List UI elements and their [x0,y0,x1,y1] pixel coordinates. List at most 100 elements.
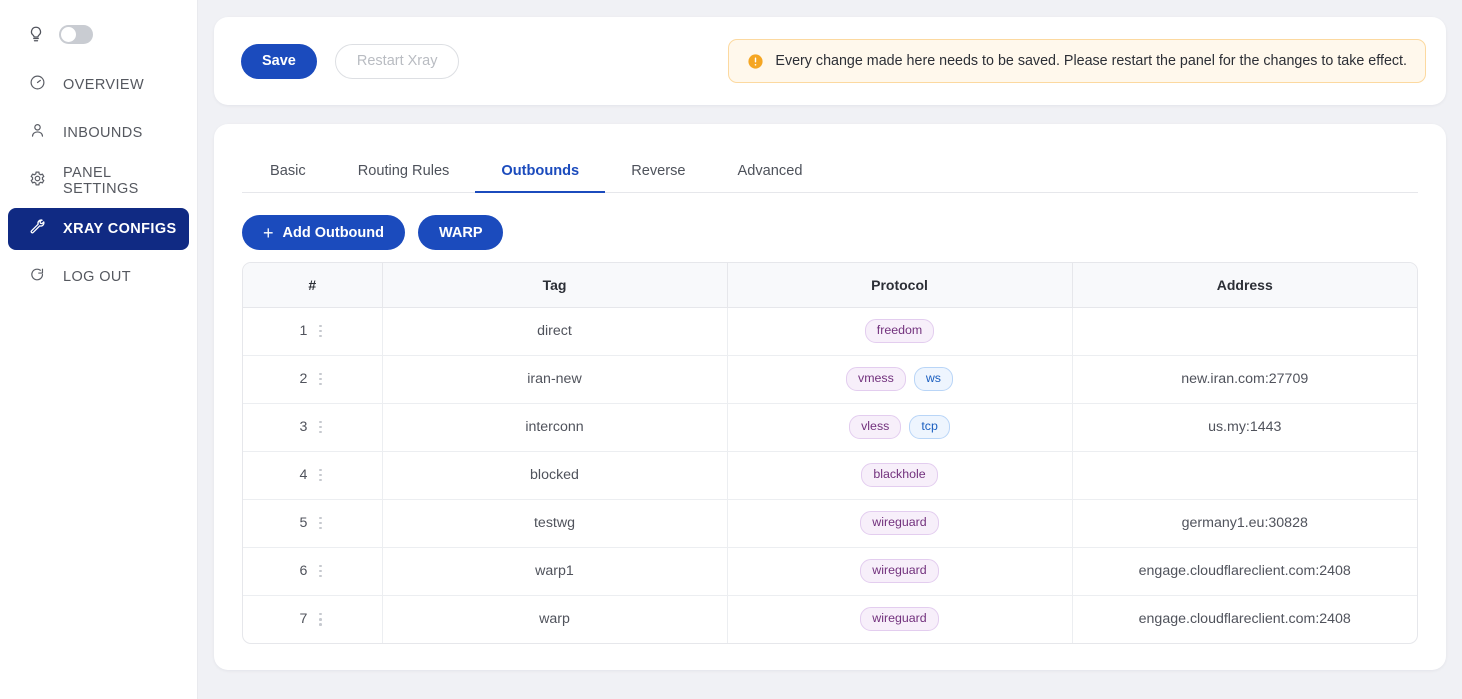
cell-tag: testwg [382,499,727,547]
column-header-protocol: Protocol [727,263,1072,307]
toolbar-card: Save Restart Xray Every change made here… [214,17,1446,105]
protocol-badges: wireguard [728,607,1072,631]
cell-tag: direct [382,307,727,355]
row-menu-icon[interactable] [316,515,325,532]
cell-protocol: vmessws [727,355,1072,403]
sidebar-item-overview[interactable]: OVERVIEW [8,64,189,106]
sidebar-item-xray-configs[interactable]: XRAY CONFIGS [8,208,189,250]
wrench-icon [29,218,46,240]
toggle-knob [61,27,76,42]
index-with-menu: 7 [243,611,382,628]
column-header-address: Address [1072,263,1417,307]
row-index: 5 [300,515,308,531]
row-menu-icon[interactable] [316,467,325,484]
protocol-badges: vless tcp [728,415,1072,439]
table-row: 1 direct freedom [243,307,1417,355]
network-badge: tcp [909,415,950,439]
table-header-row: # Tag Protocol Address [243,263,1417,307]
row-index: 1 [300,323,308,339]
plus-icon: + [263,224,274,242]
cell-address: germany1.eu:30828 [1072,499,1417,547]
cell-protocol: wireguard [727,547,1072,595]
row-menu-icon[interactable] [316,611,325,628]
save-warning-text: Every change made here needs to be saved… [775,53,1407,69]
cell-tag: blocked [382,451,727,499]
row-menu-icon[interactable] [316,563,325,580]
theme-toggle-switch[interactable] [59,25,93,44]
add-outbound-button[interactable]: + Add Outbound [242,215,405,250]
save-button[interactable]: Save [241,44,317,79]
table-row: 4 blockedblackhole [243,451,1417,499]
cell-index: 2 [243,355,382,403]
row-menu-icon[interactable] [316,323,325,340]
sidebar-item-label: LOG OUT [63,269,131,285]
table-row: 5 testwg wireguard germany1.eu:30828 [243,499,1417,547]
row-menu-icon[interactable] [316,419,325,436]
cell-index: 3 [243,403,382,451]
cell-tag: interconn [382,403,727,451]
app-root: OVERVIEW INBOUNDS PANEL SETTINGS [0,0,1462,699]
sidebar-item-log-out[interactable]: LOG OUT [8,256,189,298]
table-row: 3 interconn vless tcp us.my:1443 [243,403,1417,451]
cell-index: 1 [243,307,382,355]
main-content: Save Restart Xray Every change made here… [198,0,1462,699]
cell-protocol: wireguard [727,499,1072,547]
cell-tag: warp [382,595,727,643]
tab-basic[interactable]: Basic [244,152,332,192]
row-index: 4 [300,467,308,483]
protocol-badge: vless [849,415,901,439]
warning-icon [747,53,764,70]
protocol-badge: vmess [846,367,906,391]
gear-icon [29,170,46,192]
protocol-badge: wireguard [860,511,938,535]
table-header: # Tag Protocol Address [243,263,1417,307]
cell-tag: warp1 [382,547,727,595]
warp-button[interactable]: WARP [418,215,504,250]
user-icon [29,122,46,144]
theme-toggle-row [0,14,197,54]
row-index: 2 [300,371,308,387]
save-warning-banner: Every change made here needs to be saved… [728,39,1426,83]
cell-address: engage.cloudflareclient.com:2408 [1072,595,1417,643]
outbound-actions: + Add Outbound WARP [242,215,1418,250]
sidebar-item-label: INBOUNDS [63,125,143,141]
row-menu-icon[interactable] [316,371,325,388]
tab-outbounds[interactable]: Outbounds [475,152,605,192]
tab-advanced[interactable]: Advanced [712,152,829,192]
config-tabs: Basic Routing Rules Outbounds Reverse Ad… [242,152,1418,193]
row-index: 7 [300,611,308,627]
row-index: 6 [300,563,308,579]
cell-index: 4 [243,451,382,499]
sidebar-item-label: XRAY CONFIGS [63,221,177,237]
cell-protocol: vless tcp [727,403,1072,451]
row-index: 3 [300,419,308,435]
cell-protocol: freedom [727,307,1072,355]
protocol-badge: wireguard [860,607,938,631]
column-header-index: # [243,263,382,307]
index-with-menu: 5 [243,515,382,532]
cell-address: new.iran.com:27709 [1072,355,1417,403]
protocol-badges: wireguard [728,511,1072,535]
sidebar-item-inbounds[interactable]: INBOUNDS [8,112,189,154]
sidebar-item-panel-settings[interactable]: PANEL SETTINGS [8,160,189,202]
column-header-tag: Tag [382,263,727,307]
table-row: 7 warp wireguard engage.cloudflareclient.co… [243,595,1417,643]
restart-xray-button[interactable]: Restart Xray [335,44,460,79]
protocol-badge: freedom [865,319,934,343]
index-with-menu: 1 [243,323,382,340]
index-with-menu: 4 [243,467,382,484]
protocol-badges: blackhole [728,463,1072,487]
cell-protocol: blackhole [727,451,1072,499]
dashboard-icon [29,74,46,96]
cell-address: engage.cloudflareclient.com:2408 [1072,547,1417,595]
xray-configs-card: Basic Routing Rules Outbounds Reverse Ad… [214,124,1446,670]
cell-tag: iran-new [382,355,727,403]
cell-address: us.my:1443 [1072,403,1417,451]
tab-routing-rules[interactable]: Routing Rules [332,152,476,192]
tab-reverse[interactable]: Reverse [605,152,711,192]
table-body: 1 direct freedom 2 iran-newvmesswsnew.iran.c… [243,307,1417,643]
table-row: 6 warp1wireguardengage.cloudflareclient.c… [243,547,1417,595]
index-with-menu: 3 [243,419,382,436]
cell-index: 7 [243,595,382,643]
cell-protocol: wireguard [727,595,1072,643]
